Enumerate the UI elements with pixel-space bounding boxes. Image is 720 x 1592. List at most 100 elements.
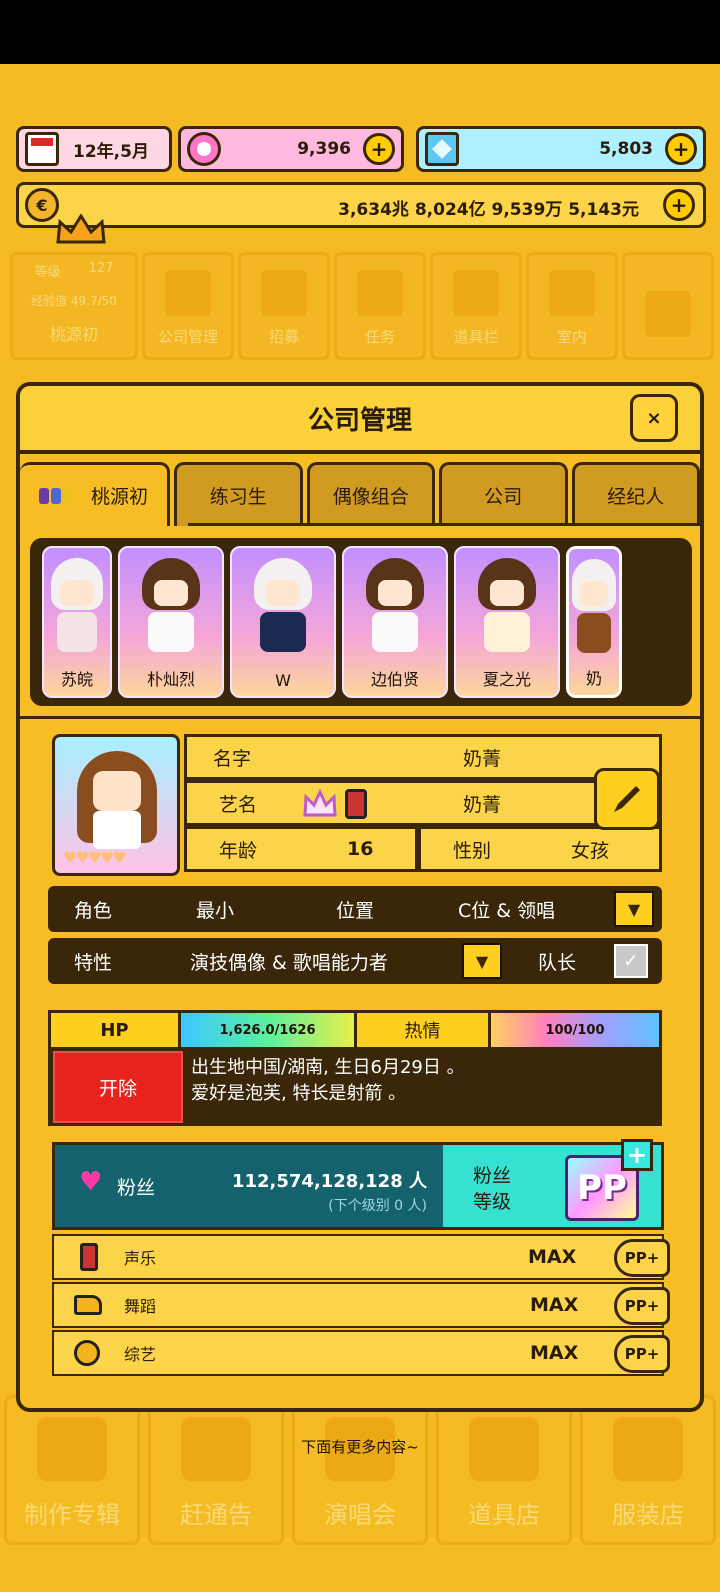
character-card-selected[interactable]: 奶 xyxy=(566,546,622,698)
fans-count: 112,574,128,128 人 xyxy=(231,1171,427,1192)
microphone-icon xyxy=(345,789,367,819)
description-line: 出生地中国/湖南, 生日6月29日 。 xyxy=(191,1057,465,1078)
bg-bottom-concert: 演唱会 xyxy=(292,1395,428,1545)
skill-row-variety: 综艺 MAX PP+ xyxy=(52,1330,670,1376)
pink-gem-icon xyxy=(187,132,221,166)
background-bottom-nav: 制作专辑 赶通告 演唱会 道具店 服装店 xyxy=(0,1395,720,1592)
pp-plus-button[interactable]: PP+ xyxy=(614,1287,670,1325)
fans-block: ♥ 粉丝 112,574,128,128 人 (下个级别 0 人) 粉丝 等级 … xyxy=(52,1139,664,1230)
leader-checkbox[interactable]: ✓ xyxy=(614,944,648,978)
name-row: 名字 奶菁 xyxy=(184,734,662,780)
group-members-icon xyxy=(38,487,73,504)
skill-name: 声乐 xyxy=(124,1249,157,1268)
character-description: 出生地中国/湖南, 生日6月29日 。 爱好是泡芙, 特长是射箭 。 xyxy=(191,1055,465,1107)
character-card[interactable]: 苏皖 xyxy=(42,546,112,698)
skill-row-vocal: 声乐 MAX PP+ xyxy=(52,1234,670,1280)
pp-plus-button[interactable]: PP+ xyxy=(614,1239,670,1277)
tab-label: 偶像组合 xyxy=(332,486,409,508)
stats-block: HP 1,626.0/1626 热情 100/100 开除 出生地中国/湖南, … xyxy=(48,1010,662,1126)
skill-value: MAX xyxy=(528,1246,577,1268)
age-value: 16 xyxy=(347,838,374,860)
trait-dropdown-button[interactable]: ▼ xyxy=(462,943,502,979)
character-strip[interactable]: 苏皖 朴灿烈 W 边伯贤 夏之光 奶 xyxy=(30,538,692,706)
diamond-count: 5,803 xyxy=(599,139,653,159)
character-card[interactable]: 夏之光 xyxy=(454,546,560,698)
edit-name-button[interactable] xyxy=(594,768,660,830)
add-diamonds-button[interactable]: + xyxy=(665,133,697,165)
shoe-icon xyxy=(74,1295,102,1315)
bg-bottom-label: 服装店 xyxy=(612,1501,684,1529)
gender-label: 性别 xyxy=(453,839,492,862)
panel-header: 公司管理 × xyxy=(20,386,700,454)
exp-label: 经验值 49.7/50 xyxy=(31,294,117,308)
character-sprite xyxy=(139,558,203,658)
stage-name-row: 艺名 奶菁 xyxy=(184,780,662,826)
bg-bottom-label: 演唱会 xyxy=(324,1501,396,1529)
scroll-icon xyxy=(357,270,403,316)
passion-label: 热情 xyxy=(357,1013,491,1047)
role-label: 角色 xyxy=(74,899,113,922)
add-gems-button[interactable]: + xyxy=(363,133,395,165)
fan-level-label: 粉丝 xyxy=(473,1165,512,1187)
tab-underline xyxy=(188,523,700,526)
pp-plus-button[interactable]: PP+ xyxy=(614,1335,670,1373)
tab-manager[interactable]: 经纪人 xyxy=(571,462,700,526)
bg-bottom-label: 道具店 xyxy=(468,1501,540,1529)
fan-level-plus-button[interactable]: + xyxy=(621,1139,653,1171)
level-tile: 等级 127 经验值 49.7/50 桃源初 xyxy=(10,252,138,360)
fans-label: 粉丝 xyxy=(117,1177,156,1199)
diamond-bar: 5,803 + xyxy=(416,126,706,172)
character-name: 苏皖 xyxy=(60,670,93,689)
bg-nav-label: 招募 xyxy=(268,328,299,346)
tab-trainee[interactable]: 练习生 xyxy=(174,462,303,526)
position-value: C位 & 领唱 xyxy=(458,899,556,922)
tab-idol-group[interactable]: 偶像组合 xyxy=(306,462,435,526)
company-label: 桃源初 xyxy=(49,325,98,344)
fan-level-label: 等级 xyxy=(473,1191,512,1213)
bg-nav-interior: 室内 xyxy=(526,252,618,360)
level-value: 127 xyxy=(88,261,114,276)
company-management-panel: 公司管理 × 桃源初 练习生 偶像组合 公司 经纪人 苏皖 朴灿烈 W 边伯贤 … xyxy=(16,382,704,1412)
bg-nav-label: 室内 xyxy=(556,328,587,346)
date-text: 12年,5月 xyxy=(73,141,149,162)
close-button[interactable]: × xyxy=(630,394,678,442)
character-card[interactable]: W xyxy=(230,546,336,698)
bg-bottom-clothing: 服装店 xyxy=(580,1395,716,1545)
level-label: 等级 xyxy=(34,265,61,280)
building-icon xyxy=(165,270,211,316)
bg-bottom-label: 制作专辑 xyxy=(24,1501,120,1529)
gem-bar: 9,396 + xyxy=(178,126,404,172)
character-name: W xyxy=(275,671,291,690)
character-sprite xyxy=(570,559,618,659)
character-card[interactable]: 边伯贤 xyxy=(342,546,448,698)
skill-row-dance: 舞蹈 MAX PP+ xyxy=(52,1282,670,1328)
role-row: 角色 最小 位置 C位 & 领唱 ▼ xyxy=(48,886,662,932)
mail-icon xyxy=(645,291,691,337)
tab-group-name[interactable]: 桃源初 xyxy=(20,462,170,526)
calendar-icon xyxy=(25,132,59,166)
heart-icon: ♥ xyxy=(79,1167,103,1197)
add-money-button[interactable]: + xyxy=(663,189,695,221)
hp-value: 1,626.0/1626 xyxy=(219,1022,316,1038)
hp-bar: 1,626.0/1626 xyxy=(181,1013,357,1047)
stage-name-value: 奶菁 xyxy=(463,793,502,816)
bg-bottom-itemshop: 道具店 xyxy=(436,1395,572,1545)
position-dropdown-button[interactable]: ▼ xyxy=(614,891,654,927)
character-card[interactable]: 朴灿烈 xyxy=(118,546,224,698)
bg-nav-items: 道具栏 xyxy=(430,252,522,360)
hp-label: HP xyxy=(51,1013,181,1047)
coin-icon: € xyxy=(25,188,59,222)
tab-bar: 桃源初 练习生 偶像组合 公司 经纪人 xyxy=(20,462,700,526)
tab-label: 公司 xyxy=(484,486,523,508)
bg-nav-label: 公司管理 xyxy=(157,328,218,346)
character-sprite xyxy=(49,558,105,658)
character-sprite xyxy=(251,558,315,658)
tab-company[interactable]: 公司 xyxy=(439,462,568,526)
skill-value: MAX xyxy=(530,1294,579,1316)
description-line: 爱好是泡芙, 特长是射箭 。 xyxy=(191,1083,407,1104)
gem-count: 9,396 xyxy=(297,139,351,159)
position-label: 位置 xyxy=(336,899,375,922)
skill-value: MAX xyxy=(530,1342,579,1364)
trait-row: 特性 演技偶像 & 歌唱能力者 ▼ 队长 ✓ xyxy=(48,938,662,984)
fire-button[interactable]: 开除 xyxy=(53,1051,183,1123)
